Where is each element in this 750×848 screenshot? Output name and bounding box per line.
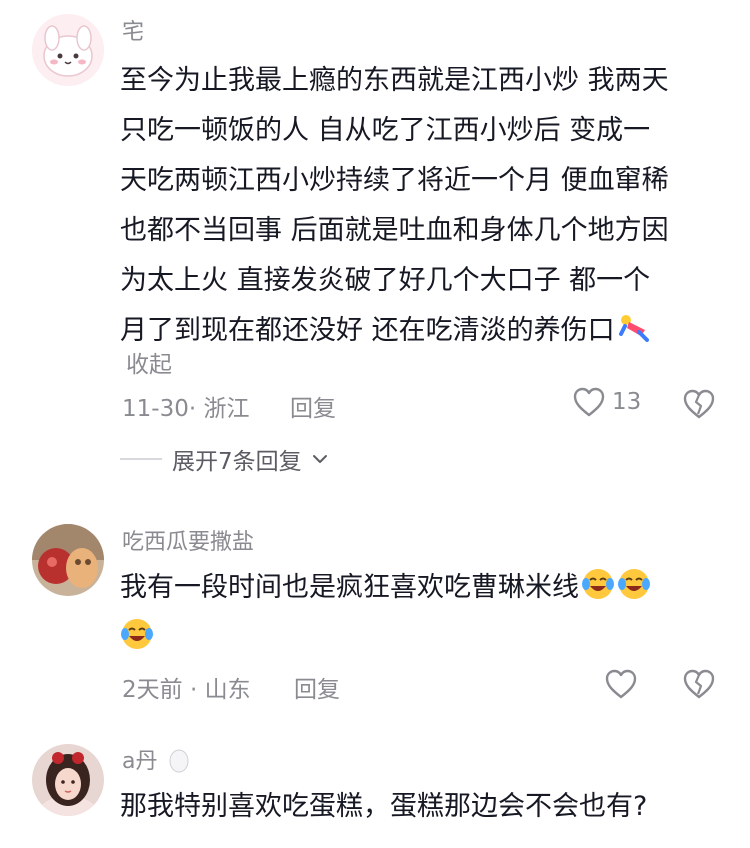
broken-heart-icon <box>683 389 715 419</box>
username[interactable]: a丹 <box>122 747 190 777</box>
comment-text-line: 也都不当回事 后面就是吐血和身体几个地方因 <box>120 215 669 246</box>
comment-text-line: 我有一段时间也是疯狂喜欢吃曹琳米线 <box>120 563 730 613</box>
comment-text: 我有一段时间也是疯狂喜欢吃曹琳米线 <box>120 563 730 663</box>
dislike-button[interactable] <box>682 388 716 424</box>
like-count: 13 <box>612 389 642 415</box>
chevron-down-icon <box>312 455 327 463</box>
comment-text-line: 只吃一顿饭的人 自从吃了江西小炒后 变成一 <box>120 115 651 146</box>
heart-outline-icon <box>605 669 637 699</box>
comment-text-segment: 我有一段时间也是疯狂喜欢吃曹琳米线 <box>120 572 579 603</box>
collapse-button[interactable]: 收起 <box>126 345 172 379</box>
comment-text: 那我特别喜欢吃蛋糕，蛋糕那边会不会也有? <box>120 782 730 832</box>
comment-meta: 2天前 · 山东 <box>122 677 251 703</box>
egg-icon <box>169 749 189 773</box>
avatar[interactable] <box>32 744 104 816</box>
comment-text-line: 为太上火 直接发炎破了好几个大口子 都一个 <box>120 265 651 296</box>
username-text: a丹 <box>122 749 158 774</box>
comment-text-line: 天吃两顿江西小炒持续了将近一个月 便血窜稀 <box>120 165 669 196</box>
laughing-crying-emoji <box>582 569 614 599</box>
username[interactable]: 吃西瓜要撒盐 <box>122 528 254 558</box>
comment-text: 至今为止我最上瘾的东西就是江西小炒 我两天 只吃一顿饭的人 自从吃了江西小炒后 … <box>120 56 730 356</box>
comment-text-line: 那我特别喜欢吃蛋糕，蛋糕那边会不会也有? <box>120 791 648 822</box>
username[interactable]: 宅 <box>122 18 144 48</box>
comment-text-line <box>120 613 730 663</box>
falling-person-emoji <box>618 315 649 342</box>
dislike-button[interactable] <box>682 668 716 704</box>
divider <box>120 458 162 460</box>
reply-button[interactable]: 回复 <box>294 670 340 704</box>
broken-heart-icon <box>683 669 715 699</box>
comment-text-segment: 月了到现在都还没好 还在吃清淡的养伤口 <box>120 315 615 346</box>
comment-meta: 11-30· 浙江 <box>122 396 250 422</box>
comment-text-line: 至今为止我最上瘾的东西就是江西小炒 我两天 <box>120 65 669 96</box>
like-button[interactable] <box>604 668 638 700</box>
laughing-crying-emoji <box>618 569 650 599</box>
avatar[interactable] <box>32 524 104 596</box>
expand-replies-button[interactable]: 展开7条回复 <box>120 442 328 476</box>
avatar[interactable] <box>32 14 104 86</box>
comment-text-line: 月了到现在都还没好 还在吃清淡的养伤口 <box>120 306 730 356</box>
expand-replies-label: 展开7条回复 <box>172 449 302 475</box>
laughing-crying-emoji <box>121 619 153 649</box>
like-button[interactable]: 13 <box>572 386 641 418</box>
heart-outline-icon <box>573 387 605 417</box>
reply-button[interactable]: 回复 <box>290 389 336 423</box>
